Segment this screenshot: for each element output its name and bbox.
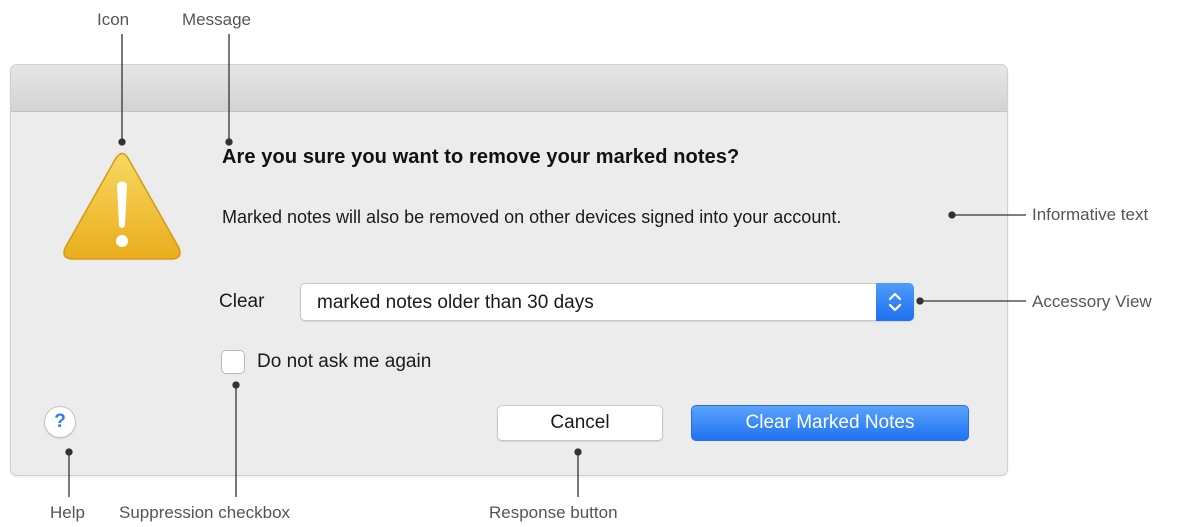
accessory-label: Clear <box>219 291 265 312</box>
dialog-titlebar <box>11 65 1007 112</box>
callout-label-help: Help <box>50 503 85 522</box>
suppression-checkbox-label[interactable]: Do not ask me again <box>257 351 431 373</box>
alert-message: Are you sure you want to remove your mar… <box>222 146 740 168</box>
warning-triangle-icon <box>63 152 181 260</box>
informative-text: Marked notes will also be removed on oth… <box>222 207 842 227</box>
popup-selected-value: marked notes older than 30 days <box>317 292 594 313</box>
callout-label-accessory-view: Accessory View <box>1032 292 1152 311</box>
callout-label-informative-text: Informative text <box>1032 205 1149 224</box>
clear-marked-notes-button[interactable]: Clear Marked Notes <box>691 405 969 441</box>
help-button[interactable]: ? <box>44 406 76 438</box>
popup-arrows[interactable] <box>876 283 914 321</box>
suppression-checkbox[interactable] <box>221 350 245 374</box>
callout-label-suppression-checkbox: Suppression checkbox <box>119 503 291 522</box>
callout-label-message: Message <box>182 10 251 29</box>
clear-popup-button[interactable]: marked notes older than 30 days <box>300 283 914 321</box>
callout-label-icon: Icon <box>97 10 130 29</box>
alert-dialog: Are you sure you want to remove your mar… <box>10 64 1008 476</box>
up-down-chevron-icon <box>888 292 902 312</box>
callout-label-response-button: Response button <box>489 503 618 522</box>
cancel-button[interactable]: Cancel <box>497 405 663 441</box>
